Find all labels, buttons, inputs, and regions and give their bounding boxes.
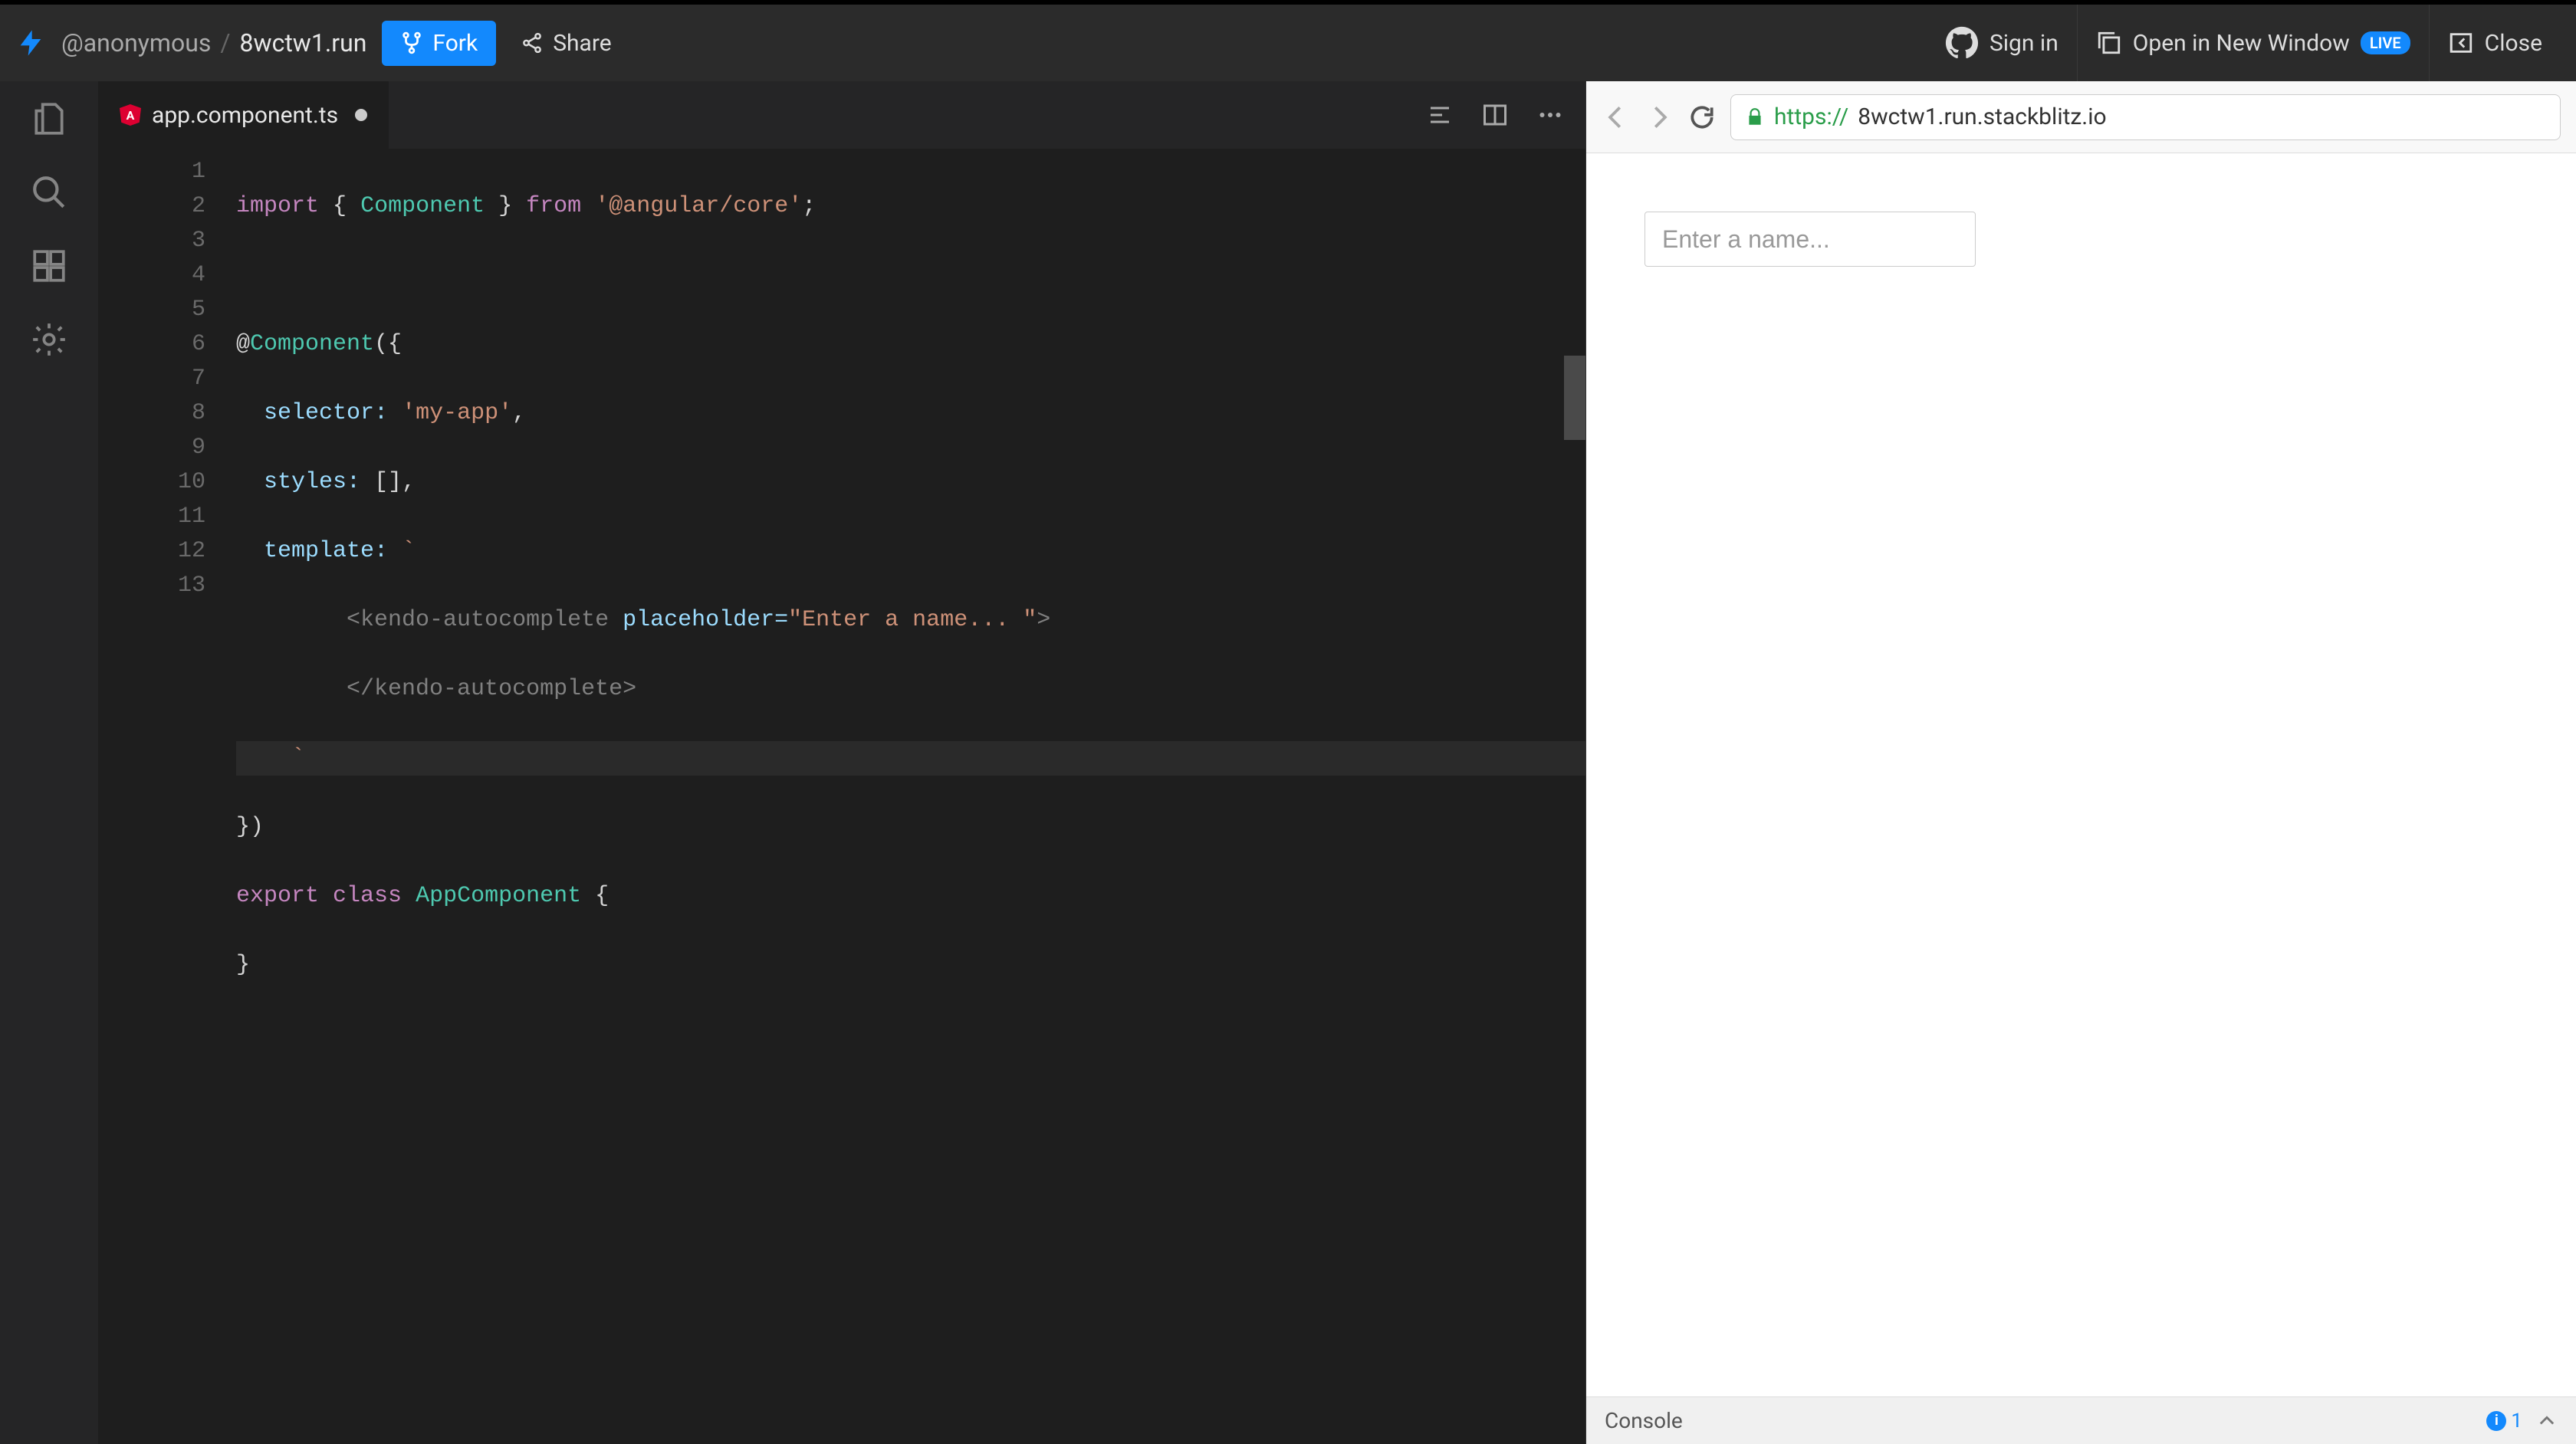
more-actions-icon[interactable] — [1536, 101, 1564, 129]
code-line[interactable]: import { Component } from '@angular/core… — [236, 189, 1585, 224]
close-label: Close — [2485, 30, 2542, 57]
code-line[interactable] — [236, 258, 1585, 293]
github-icon — [1945, 26, 1979, 60]
tab-filename: app.component.ts — [152, 102, 338, 129]
signin-label: Sign in — [1990, 30, 2058, 57]
line-number: 6 — [98, 327, 205, 362]
code-line[interactable]: } — [236, 948, 1585, 983]
url-protocol: https:// — [1774, 103, 1848, 130]
tab-actions — [1426, 101, 1585, 129]
breadcrumb: @anonymous / 8wctw1.run — [61, 28, 366, 57]
angular-icon: A — [120, 104, 141, 126]
activity-bar — [0, 81, 98, 1444]
preview-pane: https:// 8wctw1.run.stackblitz.io Console… — [1585, 81, 2576, 1444]
close-panel-icon — [2448, 30, 2474, 56]
format-icon[interactable] — [1426, 101, 1454, 129]
line-number: 8 — [98, 396, 205, 431]
console-right: i 1 — [2486, 1410, 2558, 1433]
share-icon — [521, 31, 544, 54]
breadcrumb-project[interactable]: 8wctw1.run — [240, 28, 367, 57]
url-bar[interactable]: https:// 8wctw1.run.stackblitz.io — [1730, 94, 2561, 140]
scrollbar-thumb[interactable] — [1564, 356, 1585, 440]
preview-toolbar: https:// 8wctw1.run.stackblitz.io — [1586, 81, 2576, 153]
code-line[interactable]: </kendo-autocomplete> — [236, 672, 1585, 707]
console-info-badge[interactable]: i 1 — [2486, 1410, 2522, 1433]
code-line[interactable]: ` — [236, 741, 1585, 776]
header-actions: Fork Share — [382, 21, 629, 66]
reload-icon[interactable] — [1687, 103, 1717, 132]
code-line[interactable]: selector: 'my-app', — [236, 396, 1585, 431]
line-number: 12 — [98, 534, 205, 569]
lock-icon — [1745, 107, 1765, 127]
line-number: 2 — [98, 189, 205, 224]
dirty-indicator-icon — [355, 109, 367, 121]
share-label: Share — [553, 30, 611, 57]
editor-area: A app.component.ts 1 2 3 4 5 6 7 8 — [98, 81, 1585, 1444]
line-number: 5 — [98, 293, 205, 327]
fork-button[interactable]: Fork — [382, 21, 496, 66]
header-left: @anonymous / 8wctw1.run Fork Share — [15, 21, 630, 66]
code-line[interactable]: }) — [236, 810, 1585, 845]
line-number: 9 — [98, 431, 205, 465]
fork-label: Fork — [432, 30, 478, 57]
main-area: A app.component.ts 1 2 3 4 5 6 7 8 — [0, 81, 2576, 1444]
new-window-icon — [2096, 30, 2122, 56]
search-icon[interactable] — [30, 173, 68, 212]
line-number: 11 — [98, 500, 205, 534]
signin-button[interactable]: Sign in — [1927, 5, 2077, 81]
close-button[interactable]: Close — [2429, 5, 2561, 81]
line-gutter: 1 2 3 4 5 6 7 8 9 10 11 12 13 — [98, 149, 236, 1444]
console-label: Console — [1605, 1408, 1683, 1433]
fork-icon — [400, 31, 423, 54]
code-line[interactable]: @Component({ — [236, 327, 1585, 362]
chevron-up-icon[interactable] — [2536, 1410, 2558, 1432]
preview-body — [1586, 153, 2576, 1396]
settings-icon[interactable] — [30, 320, 68, 359]
tabs: A app.component.ts — [98, 81, 389, 149]
app-header: @anonymous / 8wctw1.run Fork Share Sign … — [0, 5, 2576, 81]
code-line[interactable] — [236, 1017, 1585, 1052]
tab-app-component[interactable]: A app.component.ts — [98, 81, 389, 149]
breadcrumb-user[interactable]: @anonymous — [61, 28, 211, 57]
line-number: 3 — [98, 224, 205, 258]
extensions-icon[interactable] — [30, 247, 68, 285]
code-line[interactable]: template: ` — [236, 534, 1585, 569]
split-editor-icon[interactable] — [1481, 101, 1509, 129]
console-bar[interactable]: Console i 1 — [1586, 1396, 2576, 1444]
live-badge: LIVE — [2361, 31, 2410, 54]
tabs-row: A app.component.ts — [98, 81, 1585, 149]
nav-back-icon[interactable] — [1602, 103, 1631, 132]
nav-forward-icon[interactable] — [1644, 103, 1674, 132]
code-editor[interactable]: 1 2 3 4 5 6 7 8 9 10 11 12 13 import { C… — [98, 149, 1585, 1444]
open-new-window-label: Open in New Window — [2133, 30, 2350, 57]
line-number: 13 — [98, 569, 205, 603]
header-right: Sign in Open in New Window LIVE Close — [1927, 5, 2561, 81]
console-info-count: 1 — [2511, 1410, 2522, 1433]
code-line[interactable]: styles: [], — [236, 465, 1585, 500]
editor-scrollbar[interactable] — [1564, 149, 1585, 1444]
info-icon: i — [2486, 1411, 2506, 1431]
share-button[interactable]: Share — [502, 21, 629, 66]
code-line[interactable]: <kendo-autocomplete placeholder="Enter a… — [236, 603, 1585, 638]
code-line[interactable]: export class AppComponent { — [236, 879, 1585, 914]
bolt-logo-icon[interactable] — [15, 28, 46, 58]
line-number: 1 — [98, 155, 205, 189]
breadcrumb-separator: / — [220, 28, 230, 57]
line-number: 4 — [98, 258, 205, 293]
url-host: 8wctw1.run.stackblitz.io — [1858, 103, 2106, 130]
line-number: 7 — [98, 362, 205, 396]
line-number: 10 — [98, 465, 205, 500]
code-lines[interactable]: import { Component } from '@angular/core… — [236, 149, 1585, 1444]
autocomplete-input[interactable] — [1644, 212, 1976, 267]
explorer-icon[interactable] — [30, 100, 68, 138]
open-new-window-button[interactable]: Open in New Window LIVE — [2077, 5, 2429, 81]
